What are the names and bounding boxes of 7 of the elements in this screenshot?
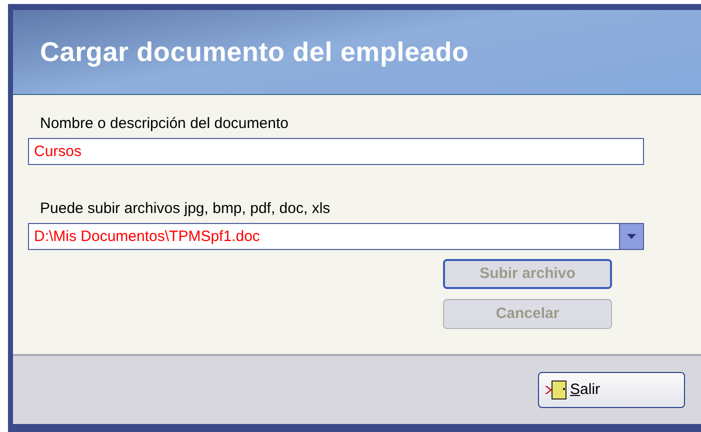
exit-door-icon (545, 379, 569, 401)
name-input[interactable]: Cursos (28, 138, 644, 165)
field-label: Puede subir archivos jpg, bmp, pdf, doc, xls (40, 200, 332, 218)
field-label: Nombre o descripción del documento (40, 115, 290, 133)
file-combo[interactable]: D:\Mis Documentos\TPMSpf1.doc (28, 223, 644, 250)
window-title: Cargar documento del empleado (40, 36, 469, 69)
exit-button[interactable]: Salir (538, 372, 685, 408)
